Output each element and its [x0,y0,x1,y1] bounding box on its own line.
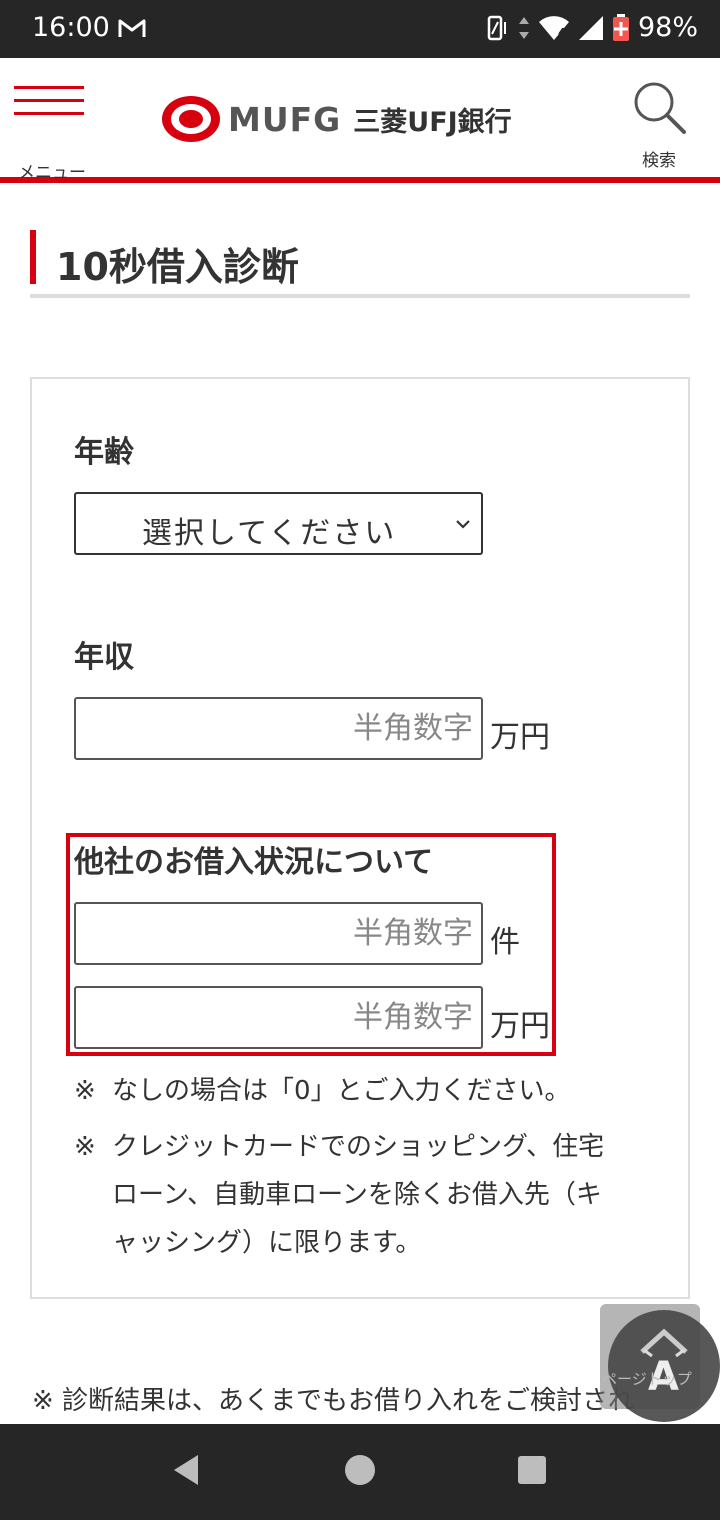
note-text-line: クレジットカードでのショッピング、住宅 [112,1132,605,1162]
hamburger-line [14,99,84,102]
page-title-section: 10秒借入診断 [30,228,690,298]
note-zero: ※ なしの場合は「0」とご入力ください。 [74,1067,654,1117]
site-header: メニュー MUFG 三菱UFJ銀行 検索 [0,58,720,183]
battery-icon [612,13,629,41]
loan-amount-unit: 万円 [490,1009,550,1044]
search-label: 検索 [642,151,676,171]
age-select[interactable]: 選択してください [74,492,483,555]
hamburger-icon [14,86,84,89]
page-title: 10秒借入診断 [56,245,299,289]
page-top-label: ページトップ [602,1370,692,1388]
mufg-logo[interactable]: MUFG 三菱UFJ銀行 [160,94,512,144]
wifi-icon: 4 [538,14,570,42]
status-icons: 4 98% [486,12,698,43]
status-bar: 16:00 4 98% [0,0,720,58]
search-button[interactable]: 検索 [628,76,692,171]
signal-icon [578,15,603,40]
loan-amount-input[interactable] [74,986,483,1049]
other-loans-label: 他社のお借入状況について [74,845,434,880]
note-mark: ※ [74,1076,96,1106]
back-icon[interactable] [170,1452,202,1488]
logo-bank-name: 三菱UFJ銀行 [353,106,512,138]
menu-button[interactable]: メニュー [14,86,86,183]
gmail-icon [118,19,146,37]
chevron-down-icon [456,520,470,529]
income-input[interactable] [74,697,483,760]
status-time: 16:00 [32,12,110,43]
mufg-logo-mark-icon [162,96,220,142]
logo-mufg-text: MUFG [228,99,342,139]
note-mark: ※ [74,1132,96,1162]
age-select-value: 選択してください [142,516,397,551]
income-label: 年収 [74,640,134,675]
vibrate-icon [487,15,506,40]
title-accent-bar [30,230,36,284]
loan-count-unit: 件 [490,925,520,960]
network-badge: 4 [557,25,567,40]
income-unit: 万円 [490,720,550,755]
note-text-line: ローン、自動車ローンを除くお借入先（キ [112,1180,602,1210]
note-text-line: ャッシング）に限ります。 [112,1228,422,1258]
menu-label: メニュー [18,163,86,183]
disclaimer-text: ※ 診断結果は、あくまでもお借り入れをご検討され [32,1386,635,1416]
note-exclusions: ※ クレジットカードでのショッピング、住宅 ローン、自動車ローンを除くお借入先（… [74,1123,674,1273]
search-icon [634,82,686,134]
loan-count-input[interactable] [74,902,483,965]
hamburger-line [14,112,84,115]
battery-percent: 98% [637,12,698,43]
recent-apps-icon[interactable] [516,1452,548,1488]
android-nav-bar [0,1424,720,1520]
accessibility-button[interactable]: A [608,1310,720,1422]
data-arrows-icon [518,16,529,39]
diagnosis-form: 年齢 選択してください 年収 万円 他社のお借入状況について 件 万円 ※ なし… [30,377,690,1299]
home-icon[interactable] [344,1452,376,1488]
age-label: 年齢 [74,435,134,470]
note-text: なしの場合は「0」とご入力ください。 [112,1076,571,1106]
